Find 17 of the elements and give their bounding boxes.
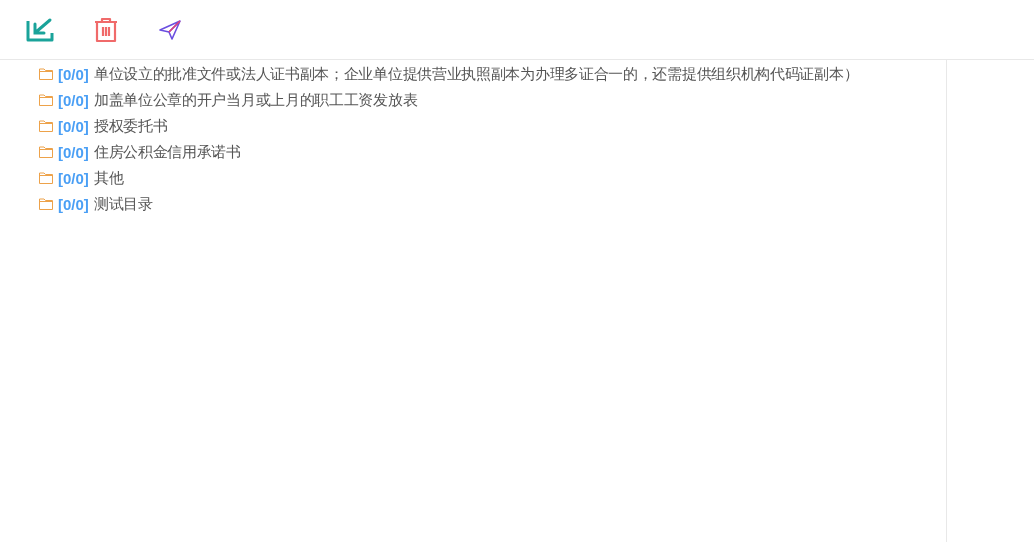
folder-icon: [39, 120, 53, 132]
arrow-into-tray-icon: [26, 16, 54, 43]
send-button[interactable]: [156, 18, 184, 41]
folder-item[interactable]: [0/0] 测试目录: [39, 191, 946, 217]
trash-icon: [93, 15, 119, 44]
paper-plane-icon: [158, 18, 182, 41]
folder-item[interactable]: [0/0] 其他: [39, 165, 946, 191]
folder-icon: [39, 146, 53, 158]
folder-item[interactable]: [0/0] 加盖单位公章的开户当月或上月的职工工资发放表: [39, 87, 946, 113]
folder-icon: [39, 198, 53, 210]
folder-item[interactable]: [0/0] 住房公积金信用承诺书: [39, 139, 946, 165]
import-button[interactable]: [24, 16, 56, 43]
folder-item[interactable]: [0/0] 单位设立的批准文件或法人证书副本；企业单位提供营业执照副本为办理多证合一的，还需提供组织机构代码证副本）: [39, 61, 946, 87]
folder-item[interactable]: [0/0] 授权委托书: [39, 113, 946, 139]
folder-icon: [39, 68, 53, 80]
folder-icon: [39, 94, 53, 106]
folder-icon: [39, 172, 53, 184]
